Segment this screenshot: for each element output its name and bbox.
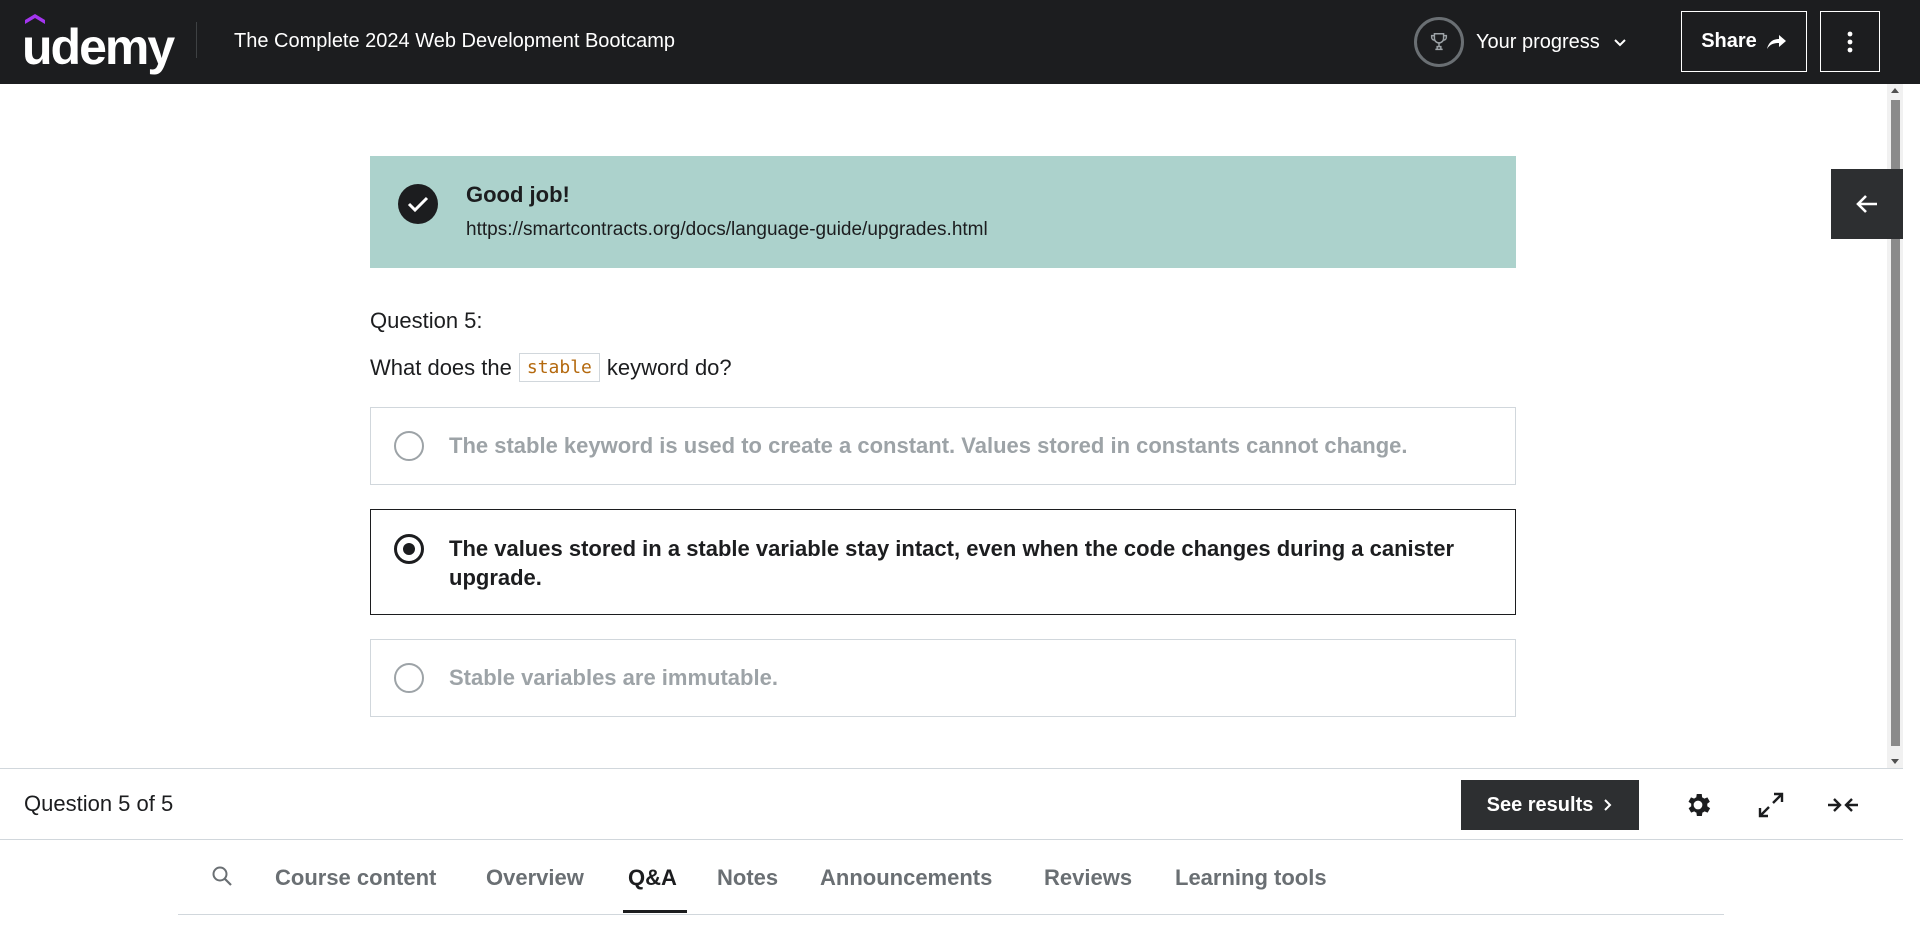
chevron-right-icon [1604, 799, 1612, 811]
scroll-down-arrow[interactable] [1891, 759, 1899, 764]
course-tabs: Course content Overview Q&A Notes Announ… [178, 840, 1724, 915]
question-prompt: What does the stable keyword do? [370, 353, 732, 382]
question-text-before: What does the [370, 354, 512, 380]
search-tab[interactable] [210, 864, 234, 893]
answer-text: The values stored in a stable variable s… [449, 536, 1455, 590]
radio-button-selected[interactable] [394, 534, 424, 564]
answer-text: Stable variables are immutable. [449, 665, 778, 690]
question-text-after: keyword do? [606, 354, 732, 380]
open-sidebar-button[interactable] [1831, 169, 1903, 239]
more-options-button[interactable] [1820, 11, 1880, 72]
quiz-footer-bar: Question 5 of 5 See results [0, 768, 1903, 840]
top-header: udemy The Complete 2024 Web Development … [0, 0, 1920, 84]
fullscreen-button[interactable] [1754, 788, 1788, 822]
inline-code: stable [518, 353, 600, 382]
radio-button[interactable] [394, 663, 424, 693]
answer-option[interactable]: Stable variables are immutable. [370, 639, 1516, 717]
tab-announcements[interactable]: Announcements [820, 865, 992, 891]
tab-notes[interactable]: Notes [717, 865, 778, 891]
collapse-button[interactable] [1826, 788, 1860, 822]
active-tab-indicator [623, 910, 687, 913]
collapse-icon [1828, 798, 1858, 812]
tab-course-content[interactable]: Course content [275, 865, 436, 891]
progress-dropdown[interactable]: Your progress [1414, 14, 1628, 70]
search-icon [212, 866, 232, 886]
success-alert: Good job! https://smartcontracts.org/doc… [370, 156, 1516, 268]
see-results-button[interactable]: See results [1461, 780, 1639, 830]
scroll-up-arrow[interactable] [1891, 88, 1899, 93]
check-circle-icon [398, 184, 438, 224]
answer-option[interactable]: The stable keyword is used to create a c… [370, 407, 1516, 485]
expand-icon [1758, 792, 1784, 818]
see-results-label: See results [1486, 793, 1594, 816]
reference-link[interactable]: https://smartcontracts.org/docs/language… [466, 219, 988, 241]
radio-button[interactable] [394, 431, 424, 461]
tab-overview[interactable]: Overview [486, 865, 584, 891]
header-divider [196, 22, 197, 58]
share-label: Share [1701, 30, 1757, 52]
answer-option-selected[interactable]: The values stored in a stable variable s… [370, 509, 1516, 615]
share-button[interactable]: Share [1681, 11, 1807, 72]
chevron-down-icon [1614, 39, 1626, 47]
answer-text: The stable keyword is used to create a c… [449, 433, 1408, 458]
tab-qa[interactable]: Q&A [628, 865, 677, 891]
alert-title: Good job! [466, 182, 570, 207]
settings-button[interactable] [1681, 788, 1715, 822]
trophy-icon [1430, 33, 1448, 51]
tab-learning-tools[interactable]: Learning tools [1175, 865, 1327, 891]
more-vertical-icon [1847, 31, 1853, 52]
question-number: Question 5: [370, 308, 483, 333]
progress-label: Your progress [1476, 30, 1600, 53]
share-arrow-icon [1766, 34, 1786, 49]
arrow-left-icon [1856, 195, 1877, 213]
question-counter: Question 5 of 5 [24, 791, 174, 816]
gear-icon [1688, 794, 1711, 816]
radio-dot [403, 543, 415, 555]
tab-reviews[interactable]: Reviews [1044, 865, 1132, 891]
logo-text: udemy [22, 19, 175, 75]
progress-ring [1414, 17, 1464, 67]
course-title[interactable]: The Complete 2024 Web Development Bootca… [234, 30, 675, 53]
